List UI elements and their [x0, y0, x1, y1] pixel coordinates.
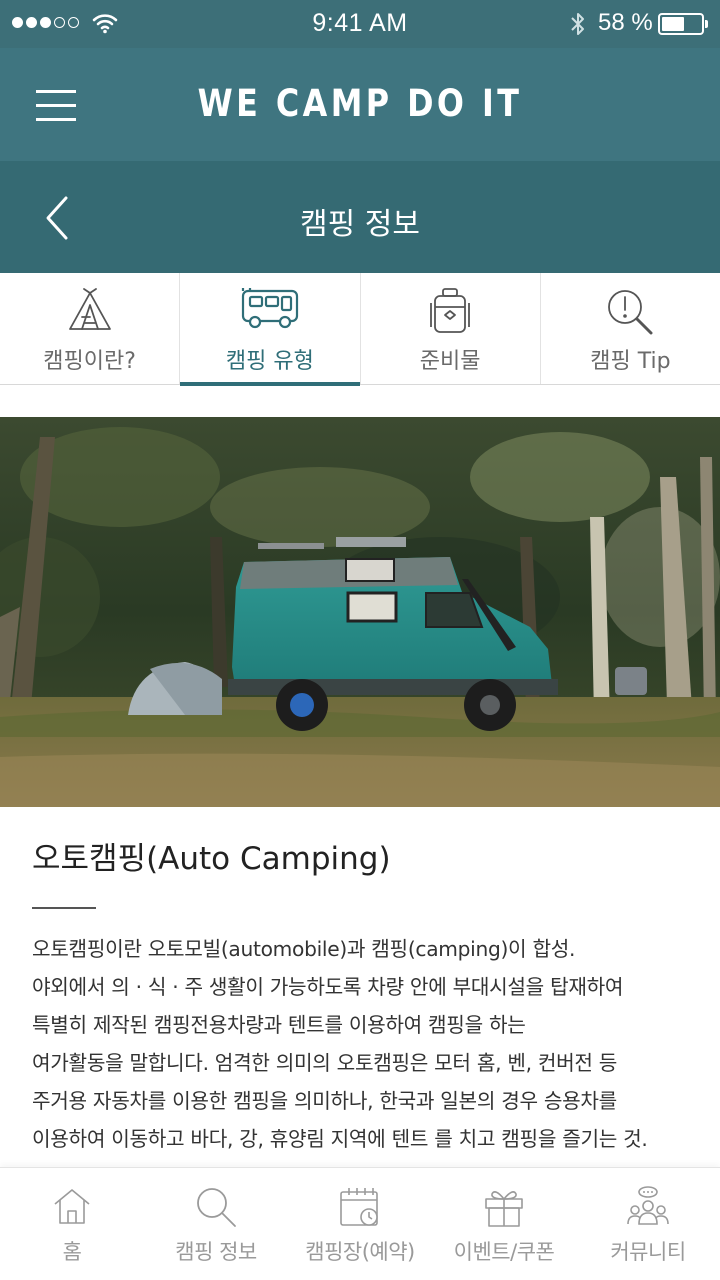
- article-body: 오토캠핑이란 오토모빌(automobile)과 캠핑(camping)이 합성…: [32, 930, 702, 1158]
- community-icon: [627, 1186, 669, 1225]
- nav-camping-info[interactable]: 캠핑 정보: [144, 1168, 288, 1280]
- nav-label: 커뮤니티: [610, 1240, 686, 1264]
- category-tabs: 캠핑이란? 캠핑 유형 준비물 캠핑 Tip: [0, 273, 720, 386]
- home-icon: [54, 1189, 90, 1224]
- article-title: 오토캠핑(Auto Camping): [32, 841, 391, 877]
- backpack-icon: [430, 288, 471, 333]
- battery-icon: [658, 13, 708, 35]
- tab-label: 캠핑이란?: [43, 349, 136, 374]
- tab-what-is-camping[interactable]: 캠핑이란?: [0, 273, 181, 384]
- tab-equipment[interactable]: 준비물: [361, 273, 541, 384]
- nav-label: 캠핑 정보: [175, 1240, 257, 1264]
- article-line: 이용하여 이동하고 바다, 강, 휴양림 지역에 텐트 를 치고 캠핑을 즐기는…: [32, 1127, 648, 1151]
- sub-header: 캠핑 정보: [0, 161, 720, 273]
- battery-percent: 58 %: [598, 9, 653, 36]
- tent-icon: [68, 288, 111, 330]
- nav-label: 홈: [62, 1240, 82, 1264]
- tab-label: 캠핑 Tip: [590, 349, 671, 374]
- nav-label: 이벤트/쿠폰: [453, 1240, 555, 1264]
- magnifier-alert-icon: [608, 290, 653, 335]
- page-title: 캠핑 정보: [300, 207, 420, 242]
- tab-label: 캠핑 유형: [225, 349, 314, 374]
- article-line: 오토캠핑이란 오토모빌(automobile)과 캠핑(camping)이 합성…: [32, 937, 576, 961]
- bluetooth-icon: [571, 13, 584, 35]
- tab-camping-tip[interactable]: 캠핑 Tip: [541, 273, 720, 384]
- calendar-clock-icon: [340, 1188, 378, 1226]
- nav-campsite-booking[interactable]: 캠핑장(예약): [288, 1168, 432, 1280]
- status-bar: 9:41 AM 58 %: [0, 0, 720, 48]
- article-line: 특별히 제작된 캠핑전용차량과 텐트를 이용하여 캠핑을 하는: [32, 1013, 526, 1037]
- app-header: WE CAMP DO IT: [0, 48, 720, 161]
- bottom-nav: 홈 캠핑 정보 캠핑장(예약) 이벤트/쿠폰 커뮤니티: [0, 1167, 720, 1280]
- tab-camping-types[interactable]: 캠핑 유형: [180, 273, 361, 386]
- camper-van-icon: [241, 288, 298, 329]
- hero-image: [0, 417, 720, 807]
- gift-icon: [485, 1191, 523, 1227]
- article-line: 야외에서 의 · 식 · 주 생활이 가능하도록 차량 안에 부대시설을 탑재하…: [32, 975, 624, 999]
- tab-label: 준비물: [419, 349, 481, 374]
- app-title: WE CAMP DO IT: [197, 82, 523, 125]
- search-icon: [197, 1188, 236, 1227]
- article-line: 여가활동을 말합니다. 엄격한 의미의 오토캠핑은 모터 홈, 벤, 컨버전 등: [32, 1051, 618, 1075]
- nav-label: 캠핑장(예약): [305, 1240, 415, 1264]
- nav-home[interactable]: 홈: [0, 1168, 144, 1280]
- article-line: 주거용 자동차를 이용한 캠핑을 의미하나, 한국과 일본의 경우 승용차를: [32, 1089, 617, 1113]
- title-divider: [32, 907, 96, 909]
- nav-community[interactable]: 커뮤니티: [576, 1168, 720, 1280]
- nav-event-coupon[interactable]: 이벤트/쿠폰: [432, 1168, 576, 1280]
